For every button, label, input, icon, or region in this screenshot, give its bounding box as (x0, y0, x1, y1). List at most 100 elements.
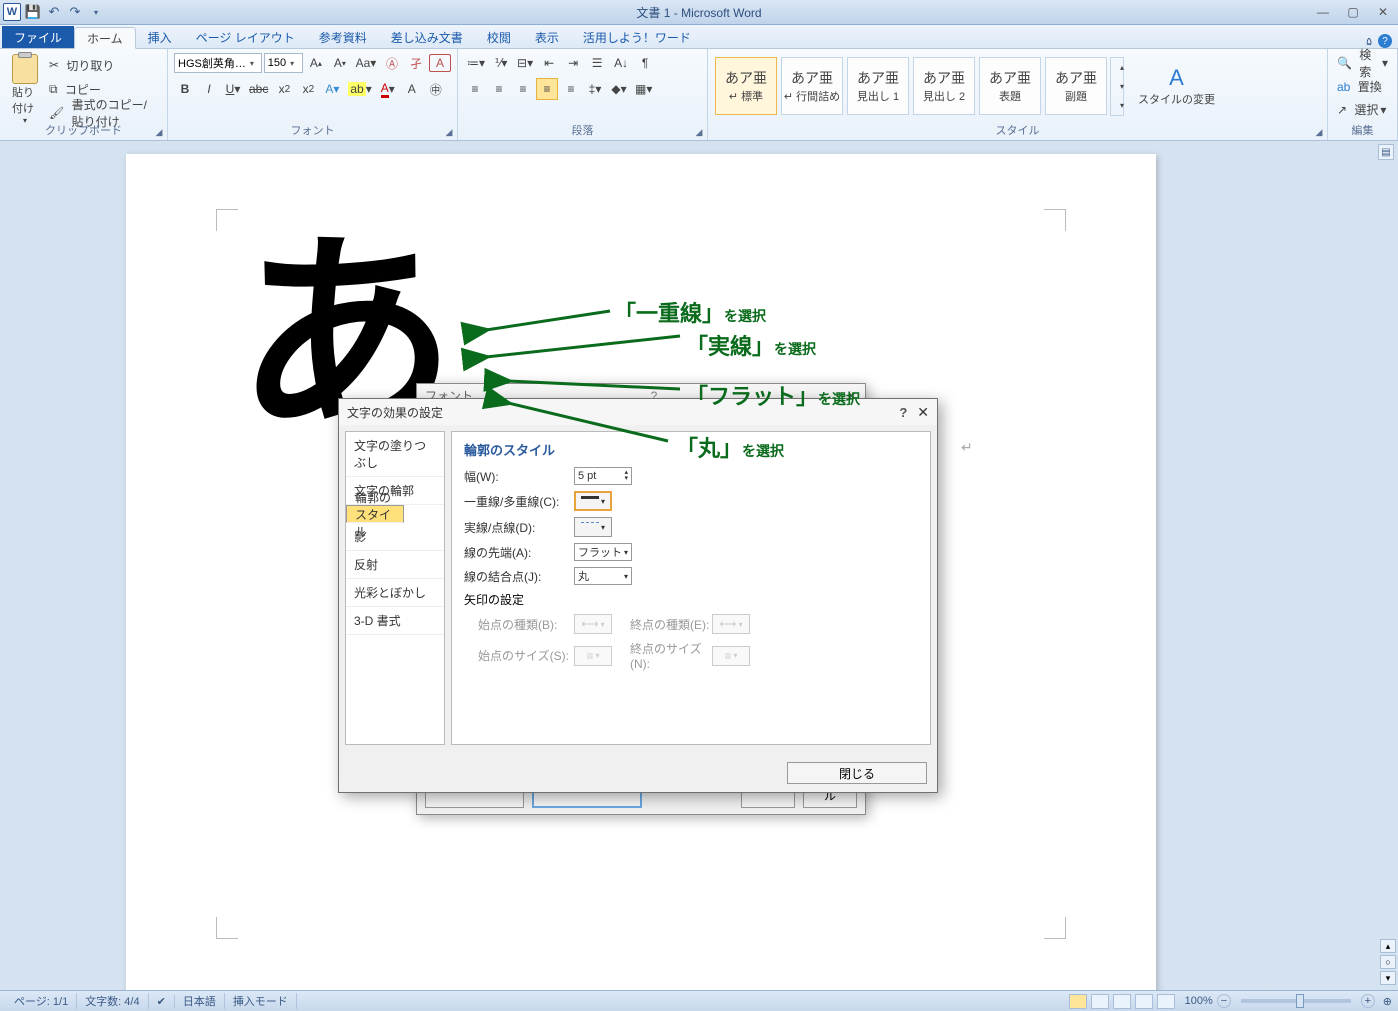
redo-icon[interactable]: ↷ (66, 3, 84, 21)
nav-3d[interactable]: 3-D 書式 (346, 607, 444, 635)
dialog-launcher-icon[interactable]: ◢ (1313, 126, 1325, 138)
word-count[interactable]: 文字数: 4/4 (77, 993, 148, 1009)
nav-reflection[interactable]: 反射 (346, 551, 444, 579)
align-right-button[interactable]: ≡ (512, 78, 534, 100)
clear-format-button[interactable]: Ⓐ (381, 52, 403, 74)
ruler-icon[interactable]: ▤ (1378, 144, 1394, 160)
tab-file[interactable]: ファイル (2, 26, 74, 48)
zoom-out-button[interactable]: − (1217, 994, 1231, 1008)
enclose-button[interactable]: A (429, 54, 451, 72)
phonetic-button[interactable]: 孑 (405, 52, 427, 74)
replace-button[interactable]: ab 置換 (1334, 76, 1391, 97)
style-heading2[interactable]: あア亜見出し 2 (913, 57, 975, 115)
zoom-in-button[interactable]: + (1361, 994, 1375, 1008)
find-button[interactable]: 🔍 検索▾ (1334, 52, 1391, 74)
fullscreen-view[interactable] (1091, 994, 1109, 1009)
text-effects-button[interactable]: A▾ (321, 78, 343, 100)
style-subtitle[interactable]: あア亜副題 (1045, 57, 1107, 115)
tab-layout[interactable]: ページ レイアウト (184, 26, 307, 48)
nav-glow[interactable]: 光彩とぼかし (346, 579, 444, 607)
nav-outline-style[interactable]: 輪郭のスタイル (346, 505, 404, 523)
change-styles-button[interactable]: A スタイルの変更 (1132, 63, 1221, 109)
style-scroll-down[interactable]: ▾ (1111, 77, 1133, 96)
zoom-slider[interactable] (1241, 999, 1351, 1003)
qat-customize-icon[interactable]: ▾ (87, 3, 105, 21)
paste-button[interactable]: 貼り付け ▾ (6, 52, 44, 127)
line-spacing-button[interactable]: ‡▾ (584, 78, 606, 100)
zoom-dialog-icon[interactable]: ⊕ (1383, 995, 1392, 1008)
tab-review[interactable]: 校閲 (475, 26, 523, 48)
underline-button[interactable]: U▾ (222, 78, 244, 100)
cap-select[interactable]: フラット▾ (574, 543, 632, 561)
font-size-combo[interactable]: 150▾ (264, 53, 303, 73)
subscript-button[interactable]: x2 (273, 78, 295, 100)
zoom-level[interactable]: 100% (1185, 995, 1213, 1007)
italic-button[interactable]: I (198, 78, 220, 100)
maximize-button[interactable]: ▢ (1338, 2, 1368, 22)
print-layout-view[interactable] (1069, 994, 1087, 1009)
prev-page-icon[interactable]: ▴ (1380, 939, 1396, 953)
outline-view[interactable] (1135, 994, 1153, 1009)
justify-button[interactable]: ≡ (536, 78, 558, 100)
close-icon[interactable]: ✕ (917, 404, 929, 421)
increase-indent-button[interactable]: ⇥ (562, 52, 584, 74)
numbering-button[interactable]: ⅟▾ (490, 52, 512, 74)
align-center-button[interactable]: ≡ (488, 78, 510, 100)
char-shading-button[interactable]: A (401, 78, 423, 100)
tab-insert[interactable]: 挿入 (136, 26, 184, 48)
compound-dropdown[interactable]: ▾ (574, 491, 612, 511)
width-spinner[interactable]: 5 pt▴▾ (574, 467, 632, 485)
enclosed-char-button[interactable]: ㊥ (425, 78, 447, 100)
undo-icon[interactable]: ↶ (45, 3, 63, 21)
tab-utility[interactable]: 活用しよう！ワード (571, 26, 703, 48)
borders-button[interactable]: ▦▾ (632, 78, 655, 100)
grow-font-button[interactable]: A▴ (305, 52, 327, 74)
language-status[interactable]: 日本語 (175, 993, 225, 1009)
help-icon[interactable]: ? (1378, 34, 1392, 48)
style-scroll-up[interactable]: ▴ (1111, 58, 1133, 77)
font-name-combo[interactable]: HGS創英角…▾ (174, 53, 262, 73)
multilevel-button[interactable]: ⊟▾ (514, 52, 536, 74)
page-status[interactable]: ページ: 1/1 (6, 993, 77, 1009)
proof-icon[interactable]: ✔ (149, 995, 175, 1008)
help-icon[interactable]: ? (899, 405, 907, 420)
style-nospacing[interactable]: あア亜↵ 行間詰め (781, 57, 843, 115)
nav-shadow[interactable]: 影 (346, 523, 444, 551)
superscript-button[interactable]: x2 (297, 78, 319, 100)
select-button[interactable]: ↗ 選択▾ (1334, 99, 1391, 120)
dialog-launcher-icon[interactable]: ◢ (693, 126, 705, 138)
dialog-launcher-icon[interactable]: ◢ (153, 126, 165, 138)
web-view[interactable] (1113, 994, 1131, 1009)
highlight-button[interactable]: ab▾ (345, 78, 374, 100)
close-button[interactable]: 閉じる (787, 762, 927, 784)
show-marks-button[interactable]: ¶ (634, 52, 656, 74)
draft-view[interactable] (1157, 994, 1175, 1009)
save-icon[interactable]: 💾 (24, 3, 42, 21)
insert-mode[interactable]: 挿入モード (225, 993, 297, 1009)
browse-icon[interactable]: ○ (1380, 955, 1396, 969)
style-title[interactable]: あア亜表題 (979, 57, 1041, 115)
nav-fill[interactable]: 文字の塗りつぶし (346, 432, 444, 477)
tab-mailings[interactable]: 差し込み文書 (379, 26, 475, 48)
strike-button[interactable]: abc (246, 78, 271, 100)
shading-button[interactable]: ◆▾ (608, 78, 630, 100)
close-button[interactable]: ✕ (1368, 2, 1398, 22)
shrink-font-button[interactable]: A▾ (329, 52, 351, 74)
dialog-launcher-icon[interactable]: ◢ (443, 126, 455, 138)
next-page-icon[interactable]: ▾ (1380, 971, 1396, 985)
cut-button[interactable]: ✂ 切り取り (46, 54, 161, 76)
ltr-button[interactable]: ☰ (586, 52, 608, 74)
minimize-button[interactable]: — (1308, 2, 1338, 22)
join-select[interactable]: 丸▾ (574, 567, 632, 585)
sort-button[interactable]: A↓ (610, 52, 632, 74)
style-gallery-expand[interactable]: ▾ (1111, 96, 1133, 115)
tab-references[interactable]: 参考資料 (307, 26, 379, 48)
distribute-button[interactable]: ≡ (560, 78, 582, 100)
bullets-button[interactable]: ≔▾ (464, 52, 488, 74)
style-normal[interactable]: あア亜↵ 標準 (715, 57, 777, 115)
font-color-button[interactable]: A▾ (377, 78, 399, 100)
tab-home[interactable]: ホーム (74, 27, 136, 49)
tab-view[interactable]: 表示 (523, 26, 571, 48)
bold-button[interactable]: B (174, 78, 196, 100)
change-case-button[interactable]: Aa▾ (353, 52, 379, 74)
